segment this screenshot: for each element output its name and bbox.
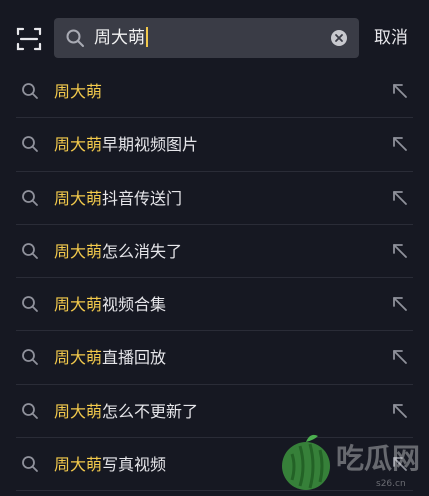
suggestion-text: 周大萌怎么消失了 (54, 225, 182, 278)
suggestion-rest: 早期视频图片 (102, 135, 199, 155)
suggestion-text: 周大萌视频合集 (54, 278, 166, 331)
cancel-button[interactable]: 取消 (374, 18, 408, 58)
arrow-up-left-icon[interactable] (390, 81, 410, 101)
watermark: 吃瓜网 s26.cn (280, 428, 429, 492)
suggestion-highlight: 周大萌 (54, 241, 103, 261)
search-query: 周大萌 (94, 18, 148, 58)
suggestion-highlight: 周大萌 (54, 295, 103, 315)
search-query-text: 周大萌 (94, 28, 145, 48)
search-icon (21, 135, 39, 153)
suggestion-highlight: 周大萌 (54, 348, 103, 368)
suggestion-item[interactable]: 周大萌怎么消失了 (0, 225, 429, 279)
suggestion-rest: 怎么消失了 (102, 241, 183, 261)
search-icon (21, 295, 39, 313)
suggestion-rest: 抖音传送门 (102, 188, 183, 208)
suggestion-highlight: 周大萌 (54, 455, 103, 475)
suggestion-text: 周大萌 (54, 65, 102, 118)
text-cursor (146, 27, 148, 47)
suggestion-item[interactable]: 周大萌直播回放 (0, 331, 429, 385)
search-icon (21, 402, 39, 420)
suggestion-text: 周大萌怎么不更新了 (54, 385, 198, 438)
search-icon (21, 348, 39, 366)
suggestion-item[interactable]: 周大萌抖音传送门 (0, 172, 429, 225)
suggestion-highlight: 周大萌 (54, 135, 103, 155)
watermark-text: 吃瓜网 (336, 442, 420, 475)
suggestion-text: 周大萌直播回放 (54, 331, 166, 384)
arrow-up-left-icon[interactable] (390, 188, 410, 208)
suggestion-item[interactable]: 周大萌 (0, 65, 429, 119)
suggestion-rest: 视频合集 (102, 295, 167, 315)
suggestion-rest: 怎么不更新了 (102, 401, 199, 421)
arrow-up-left-icon[interactable] (390, 241, 410, 261)
suggestion-rest: 直播回放 (102, 348, 167, 368)
clear-icon[interactable] (330, 29, 348, 47)
suggestion-rest: 写真视频 (102, 455, 167, 475)
search-icon (65, 28, 85, 48)
search-icon (21, 189, 39, 207)
search-icon (21, 455, 39, 473)
arrow-up-left-icon[interactable] (390, 401, 410, 421)
search-icon (21, 82, 39, 100)
search-icon (21, 242, 39, 260)
arrow-up-left-icon[interactable] (390, 347, 410, 367)
suggestion-highlight: 周大萌 (54, 188, 103, 208)
suggestion-item[interactable]: 周大萌早期视频图片 (0, 118, 429, 172)
suggestion-item[interactable]: 周大萌视频合集 (0, 278, 429, 332)
suggestion-text: 周大萌抖音传送门 (54, 172, 182, 225)
suggestion-highlight: 周大萌 (54, 82, 103, 101)
arrow-up-left-icon[interactable] (390, 294, 410, 314)
suggestion-highlight: 周大萌 (54, 401, 103, 421)
suggestion-text: 周大萌早期视频图片 (54, 118, 198, 171)
search-input[interactable]: 周大萌 (54, 18, 359, 58)
watermark-url: s26.cn (376, 479, 406, 489)
scan-icon[interactable] (16, 26, 42, 52)
suggestion-text: 周大萌写真视频 (54, 438, 166, 491)
arrow-up-left-icon[interactable] (390, 134, 410, 154)
